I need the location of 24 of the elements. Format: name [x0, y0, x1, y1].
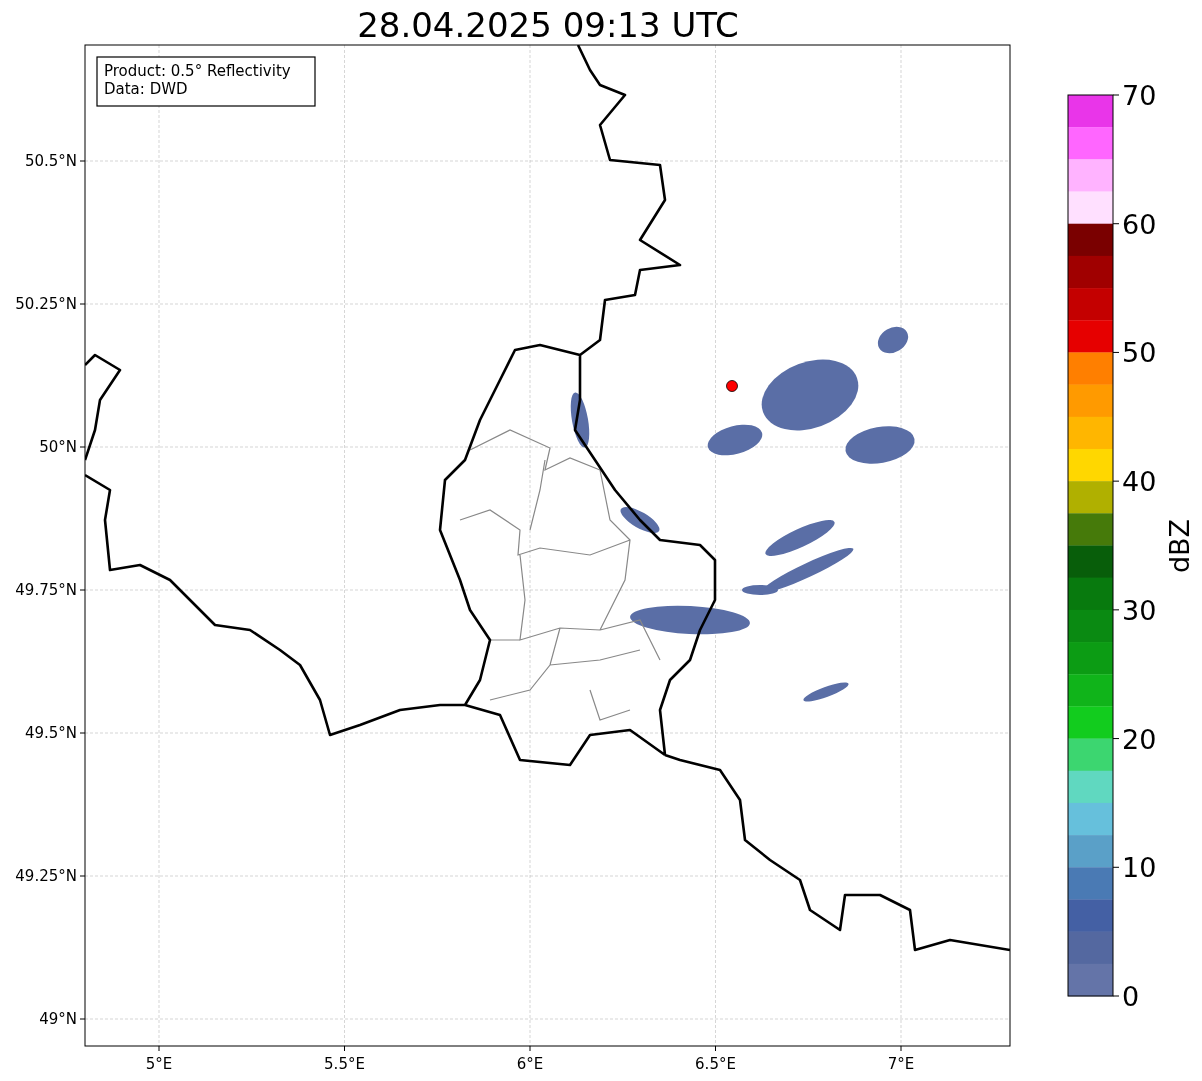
latitude-label: 50°N	[39, 438, 77, 456]
longitude-label: 5.5°E	[324, 1055, 365, 1073]
latitude-label: 49.25°N	[15, 867, 77, 885]
longitude-label: 7°E	[887, 1055, 915, 1073]
longitude-label: 6°E	[516, 1055, 544, 1073]
colorbar-tick-label: 10	[1122, 852, 1157, 884]
colorbar-tick-label: 20	[1122, 723, 1157, 755]
latitude-label: 50.5°N	[24, 152, 77, 170]
plot-title: 28.04.2025 09:13 UTC	[357, 5, 739, 45]
latitude-label: 50.25°N	[15, 295, 77, 313]
info-text: Product: 0.5° Reflectivity	[104, 62, 291, 80]
latitude-label: 49.75°N	[15, 581, 77, 599]
colorbar-tick-label: 60	[1122, 208, 1157, 240]
colorbar-tick-label: 0	[1122, 981, 1140, 1012]
latitude-label: 49.5°N	[24, 724, 77, 742]
longitude-label: 5°E	[145, 1055, 173, 1073]
colorbar-tick-label: 50	[1122, 337, 1157, 369]
latitude-label: 49°N	[39, 1010, 77, 1028]
longitude-label: 6.5°E	[695, 1055, 736, 1073]
colorbar-tick-label: 40	[1122, 466, 1157, 498]
colorbar-label: dBZ	[1164, 518, 1195, 574]
colorbar-tick-label: 30	[1122, 594, 1157, 626]
info-text: Data: DWD	[104, 80, 188, 98]
colorbar-tick-label: 70	[1122, 80, 1157, 111]
